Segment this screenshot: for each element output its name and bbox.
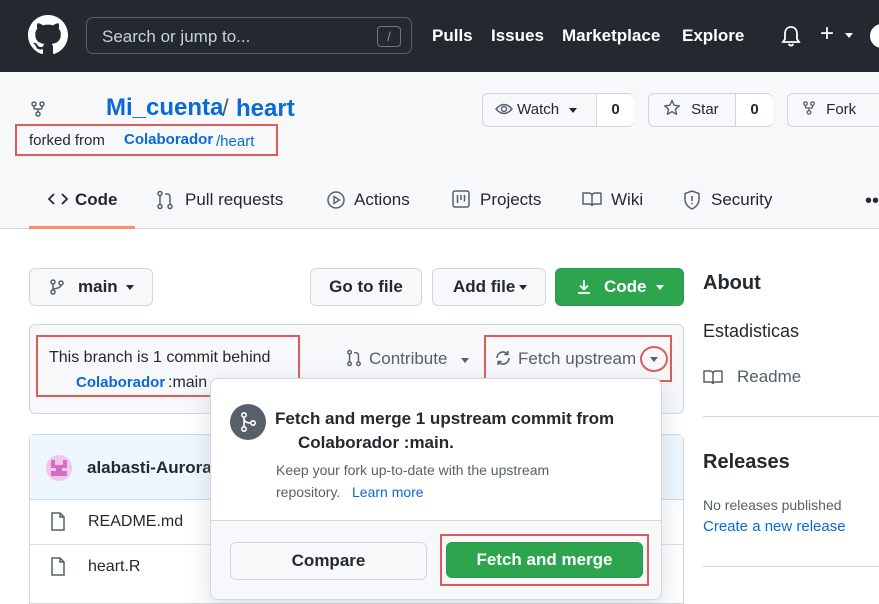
star-button[interactable]: Star [663,94,737,126]
search-input[interactable]: Search or jump to... / [86,17,412,54]
pull-request-icon [347,349,361,367]
fetch-upstream-caret-icon[interactable] [650,357,658,362]
tab-code[interactable]: Code [75,190,118,210]
download-icon [578,280,590,294]
play-icon [327,191,345,209]
create-release-link[interactable]: Create a new release [703,518,846,535]
repo-description: Estadisticas [703,321,800,341]
nav-issues[interactable]: Issues [491,26,544,46]
code-icon [48,193,68,205]
github-logo-icon[interactable] [28,15,68,55]
code-download-button[interactable]: Code [555,268,684,306]
add-file-label: Add file [453,277,516,296]
star-label: Star [691,101,719,118]
project-icon [452,190,470,208]
repo-name-link[interactable]: heart [236,95,295,123]
contribute-button[interactable]: Contribute [344,346,474,372]
nav-marketplace[interactable]: Marketplace [562,26,660,46]
watch-caret-icon [569,107,578,113]
book-icon [582,192,602,207]
popover-description: Keep your fork up-to-date with the upstr… [276,462,550,478]
forked-owner-link[interactable]: Colaborador [124,131,213,148]
sidebar-divider [703,416,879,417]
tab-security[interactable]: Security [711,190,772,210]
learn-more-link[interactable]: Learn more [352,484,424,500]
code-label: Code [604,277,647,296]
go-to-file-button[interactable]: Go to file [310,268,422,306]
repo-owner-link[interactable]: Mi_cuenta [106,94,223,122]
active-tab-indicator [29,226,135,229]
repo-forked-icon [803,101,815,115]
search-shortcut-key: / [377,26,401,47]
book-icon [703,370,723,385]
star-icon [664,99,680,115]
file-link[interactable]: README.md [88,513,183,531]
no-releases-text: No releases published [703,497,842,513]
merge-icon [230,404,266,440]
compare-button[interactable]: Compare [230,542,427,580]
create-new-icon[interactable]: + [820,22,834,46]
branch-caret-icon [126,285,134,290]
readme-link[interactable]: Readme [737,367,801,387]
upstream-branch: :main [168,374,208,391]
branch-name: main [78,277,118,296]
releases-heading[interactable]: Releases [703,451,790,474]
pull-request-icon [157,190,173,210]
top-header: Search or jump to... / Pulls Issues Mark… [0,0,879,72]
watch-button-group: Watch 0 [482,93,634,127]
forked-from-label: forked from [29,132,105,149]
file-icon [51,557,65,576]
tab-projects[interactable]: Projects [480,190,541,210]
popover-description-cont: repository. [276,484,341,500]
file-icon [51,512,65,531]
star-count[interactable]: 0 [735,94,773,126]
watch-count[interactable]: 0 [596,94,634,126]
repo-forked-icon [31,101,45,117]
bell-icon[interactable] [781,25,801,47]
tab-pull-requests[interactable]: Pull requests [185,190,283,210]
sidebar-divider [703,566,879,567]
file-link[interactable]: heart.R [88,558,140,576]
branch-select-button[interactable]: main [29,268,153,306]
sync-icon [496,351,510,365]
branch-icon [50,279,64,295]
fetch-upstream-label: Fetch upstream [518,349,637,368]
commit-avatar[interactable] [46,455,72,481]
watch-button[interactable]: Watch [494,94,597,126]
fork-button[interactable]: Fork [787,93,879,127]
watch-label: Watch [517,101,560,118]
more-tabs-icon[interactable]: ••• [865,190,879,213]
upstream-owner-link[interactable]: Colaborador [76,374,165,391]
add-file-caret-icon [519,285,527,290]
star-button-group: Star 0 [648,93,773,127]
behind-message: This branch is 1 commit behind [49,349,271,366]
popover-title-upstream: Colaborador :main. [298,433,454,452]
shield-icon [684,190,700,210]
tab-wiki[interactable]: Wiki [611,190,643,210]
contribute-caret-icon [461,358,469,363]
fetch-and-merge-button[interactable]: Fetch and merge [446,542,643,578]
contribute-label: Contribute [369,349,448,368]
tab-actions[interactable]: Actions [354,190,410,210]
about-heading: About [703,272,761,294]
commit-author-link[interactable]: alabasti-Aurora [87,458,212,478]
repo-path-separator: / [222,95,229,122]
forked-repo-link[interactable]: /heart [216,133,254,150]
nav-pulls[interactable]: Pulls [432,26,473,46]
create-caret-icon[interactable] [845,33,853,38]
search-placeholder: Search or jump to... [102,27,251,46]
nav-explore[interactable]: Explore [682,26,744,46]
user-avatar[interactable] [870,24,879,48]
add-file-button[interactable]: Add file [432,268,546,306]
code-caret-icon [656,285,664,290]
fork-label: Fork [826,101,857,118]
eye-icon [494,103,514,115]
popover-title: Fetch and merge 1 upstream commit from [275,409,615,428]
